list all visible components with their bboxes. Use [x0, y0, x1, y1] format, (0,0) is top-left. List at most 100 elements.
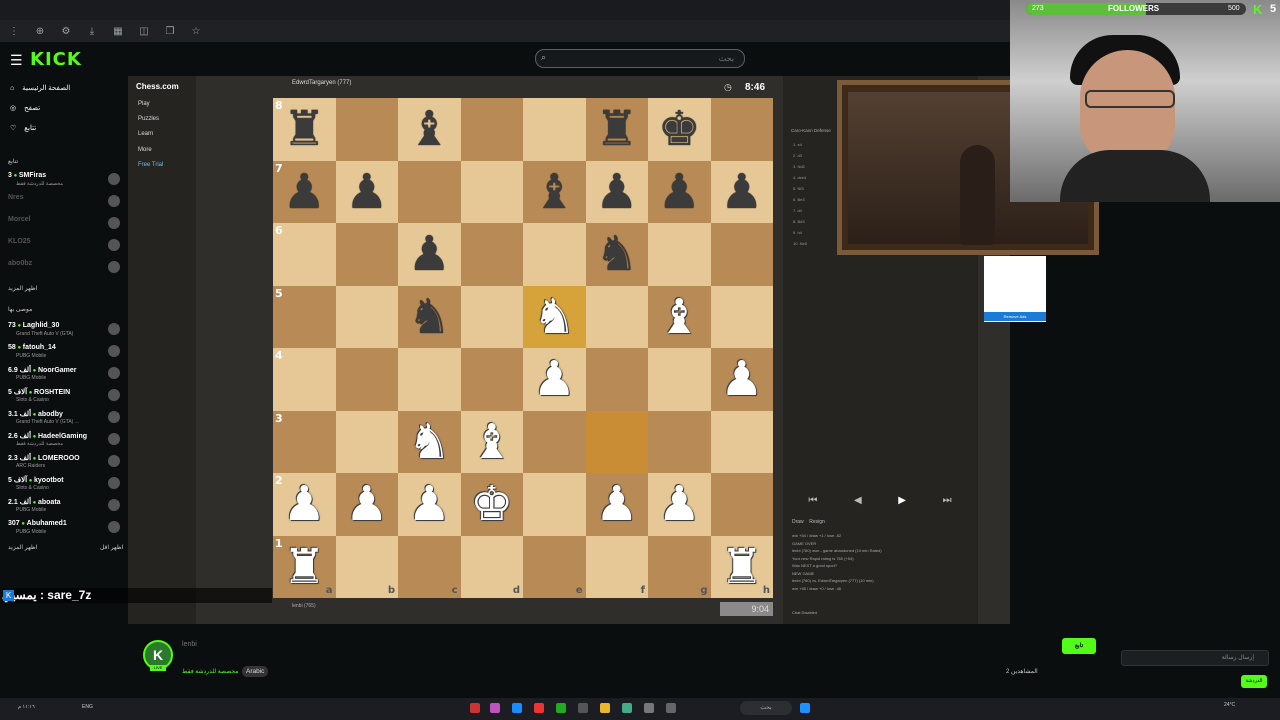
board-square[interactable]: ♟ — [523, 348, 586, 411]
black-pawn-icon[interactable]: ♟ — [345, 164, 388, 220]
app-icon-9[interactable] — [644, 703, 654, 713]
move-entry[interactable]: 2. d3 — [793, 153, 802, 158]
channel-row[interactable]: 3 ● SMFiras مخصصة للدردشة فقط — [8, 172, 120, 192]
black-rook-icon[interactable]: ♜ — [283, 101, 326, 157]
board-square[interactable]: 6 — [273, 223, 336, 286]
remove-ads-button[interactable]: Remove Ads — [984, 312, 1046, 321]
channel-row[interactable]: ● abo0bz — [8, 260, 120, 280]
white-pawn-icon[interactable]: ♟ — [408, 476, 451, 532]
board-square[interactable]: ♞ — [585, 223, 648, 286]
board-square[interactable] — [335, 348, 398, 411]
resign-button[interactable]: Resign — [809, 519, 825, 525]
white-bishop-icon[interactable]: ♝ — [658, 289, 701, 345]
board-square[interactable]: ♝ — [523, 160, 586, 223]
channel-row[interactable]: 58 ● fatouh_14 PUBG Mobile — [8, 344, 120, 364]
app-icon-10[interactable] — [666, 703, 676, 713]
white-pawn-icon[interactable]: ♟ — [595, 476, 638, 532]
board-square[interactable] — [710, 410, 773, 473]
channel-row[interactable]: 73 ● Laghlid_30 Grand Theft Auto V (GTA) — [8, 322, 120, 342]
black-pawn-icon[interactable]: ♟ — [283, 164, 326, 220]
board-square[interactable] — [460, 98, 523, 161]
board-square[interactable] — [460, 285, 523, 348]
show-more-link-2[interactable]: اظهر المزيد — [8, 544, 37, 551]
chess-menu-learn[interactable]: Learn — [138, 131, 153, 137]
channel-row[interactable]: ● KLO25 — [8, 238, 120, 258]
search-input[interactable] — [535, 49, 745, 68]
channel-row[interactable]: 6.9 ألف ● NoorGamer PUBG Mobile — [8, 366, 120, 386]
board-square[interactable]: ♜ h — [710, 535, 773, 598]
app-icon-2[interactable] — [490, 703, 500, 713]
board-square[interactable] — [335, 410, 398, 473]
board-square[interactable]: c — [398, 535, 461, 598]
board-square[interactable]: ♜ 1 a — [273, 535, 336, 598]
board-square[interactable] — [710, 285, 773, 348]
board-square[interactable] — [398, 348, 461, 411]
channel-row[interactable]: 307 ● Abuhamed1 PUBG Mobile — [8, 520, 120, 540]
move-entry[interactable]: 6. Be3 — [793, 197, 805, 202]
black-pawn-icon[interactable]: ♟ — [595, 164, 638, 220]
board-square[interactable]: 4 — [273, 348, 336, 411]
move-entry[interactable]: 8. Bd3 — [793, 219, 805, 224]
white-bishop-icon[interactable]: ♝ — [470, 414, 513, 470]
board-square[interactable] — [648, 348, 711, 411]
move-entry[interactable]: 10. Ne5 — [793, 241, 807, 246]
language-tag[interactable]: Arabic — [242, 666, 269, 677]
board-square[interactable] — [648, 223, 711, 286]
white-pawn-icon[interactable]: ♟ — [658, 476, 701, 532]
nav-following[interactable]: ♡ تتابع — [10, 124, 36, 132]
app-icon-8[interactable] — [622, 703, 632, 713]
chess-board[interactable]: ♜ 8 ♝ ♜ ♚ ♟ 7 ♟ ♝ ♟ ♟ ♟ 6 ♟ ♞ 5 ♞ ♞ ♝ 4 ♟ ♟ 3 ♞ ♝ ♟ 2 ♟ ♟ ♚ ♟ ♟ ♜ 1 a b c d e f… — [273, 98, 773, 598]
board-square[interactable] — [335, 223, 398, 286]
channel-row[interactable]: 2.3 ألف ● LOMEROOO ARC Raiders — [8, 454, 120, 474]
move-entry[interactable]: 1. e4 — [793, 142, 802, 147]
board-square[interactable] — [523, 223, 586, 286]
black-bishop-icon[interactable]: ♝ — [533, 164, 576, 220]
white-pawn-icon[interactable]: ♟ — [533, 351, 576, 407]
channel-row[interactable]: 2.6 ألف ● HadeelGaming مخصصة للدردشة فقط — [8, 432, 120, 452]
board-square[interactable] — [398, 160, 461, 223]
draw-button[interactable]: Draw — [792, 519, 804, 525]
board-square[interactable] — [523, 98, 586, 161]
next-move-icon[interactable]: ▶ — [898, 495, 906, 513]
chess-menu-more[interactable]: More — [138, 147, 152, 153]
move-entry[interactable]: 3. Nd2 — [793, 164, 805, 169]
download-icon[interactable]: ⤓ — [86, 26, 98, 37]
black-pawn-icon[interactable]: ♟ — [658, 164, 701, 220]
board-square[interactable]: ♟ — [398, 473, 461, 536]
move-entry[interactable]: 5. Nf3 — [793, 186, 804, 191]
xbox-icon[interactable] — [556, 703, 566, 713]
board-square[interactable]: ♟ 7 — [273, 160, 336, 223]
menu-dots-icon[interactable]: ⋮ — [8, 26, 20, 37]
black-knight-icon[interactable]: ♞ — [595, 226, 638, 282]
board-square[interactable]: ♝ — [460, 410, 523, 473]
board-square[interactable] — [710, 98, 773, 161]
channel-row[interactable]: 2.1 ألف ● aboata PUBG Mobile — [8, 498, 120, 518]
board-square[interactable]: ♟ — [648, 473, 711, 536]
board-square[interactable]: ♝ — [648, 285, 711, 348]
move-entry[interactable]: 7. d4 — [793, 208, 802, 213]
black-pawn-icon[interactable]: ♟ — [408, 226, 451, 282]
board-square[interactable]: 5 — [273, 285, 336, 348]
board-square[interactable]: ♟ — [398, 223, 461, 286]
nav-home[interactable]: ⌂ الصفحة الرئيسية — [10, 84, 70, 93]
board-square[interactable] — [460, 223, 523, 286]
board-square[interactable]: ♞ — [398, 285, 461, 348]
sidepanel-icon[interactable]: ◫ — [138, 26, 150, 37]
board-square[interactable] — [710, 473, 773, 536]
white-knight-icon[interactable]: ♞ — [408, 414, 451, 470]
board-square[interactable]: ♟ — [648, 160, 711, 223]
last-move-icon[interactable]: ⏭ — [943, 495, 952, 513]
chrome-icon[interactable] — [534, 703, 544, 713]
app-icon-6[interactable] — [578, 703, 588, 713]
board-square[interactable] — [523, 473, 586, 536]
black-king-icon[interactable]: ♚ — [658, 101, 701, 157]
taskbar-language[interactable]: ENG — [82, 704, 93, 710]
board-square[interactable]: ♝ — [398, 98, 461, 161]
show-more-link[interactable]: اظهر المزيد — [8, 285, 37, 292]
channel-name[interactable]: lenbi — [182, 641, 197, 648]
chat-send-button[interactable]: الدردشة — [1241, 675, 1267, 688]
black-knight-icon[interactable]: ♞ — [408, 289, 451, 345]
prev-move-icon[interactable]: ◀ — [854, 495, 862, 513]
nav-browse[interactable]: ◎ تصفح — [10, 104, 40, 112]
move-entry[interactable]: 9. h4 — [793, 230, 802, 235]
